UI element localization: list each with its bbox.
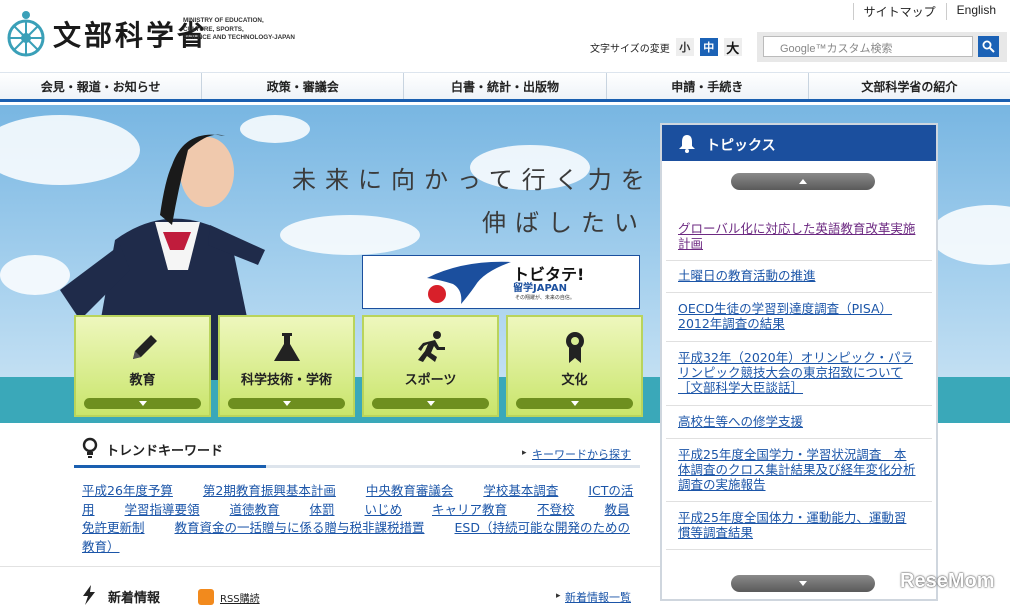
keyword-link[interactable]: 道徳教育	[230, 502, 280, 517]
keyword-link[interactable]: 平成26年度予算	[82, 483, 173, 498]
cloud-decoration	[280, 215, 420, 255]
search-input[interactable]: Google™カスタム検索	[763, 36, 973, 57]
topics-title: トピックス	[706, 138, 776, 154]
keyword-link[interactable]: キャリア教育	[432, 502, 507, 517]
award-icon	[565, 332, 584, 363]
flask-icon	[273, 333, 300, 361]
lightning-icon	[83, 585, 95, 605]
english-link[interactable]: English	[945, 3, 1006, 20]
keyword-link[interactable]: 体罰	[310, 502, 335, 517]
news-title: 新着情報	[108, 591, 161, 606]
news-section: 新着情報 RSS購読 ▸ 新着情報一覧	[0, 566, 660, 607]
divider	[666, 549, 932, 550]
nav-press[interactable]: 会見・報道・お知らせ	[0, 73, 203, 99]
hero-slogan-line2: 伸ばしたい	[482, 209, 647, 237]
font-size-control: 文字サイズの変更 小 中 大	[590, 38, 742, 57]
keyword-list: 平成26年度予算 第2期教育振興基本計画 中央教育審議会 学校基本調査 ICTの…	[82, 482, 638, 556]
keyword-link[interactable]: 学習指導要領	[125, 502, 200, 517]
topics-panel: トピックス グローバル化に対応した英語教育改革実施計画 土曜日の教育活動の推進 …	[660, 123, 938, 601]
pencil-icon	[132, 335, 157, 359]
category-education-button[interactable]: 教育	[74, 315, 211, 417]
expand-bar[interactable]	[516, 398, 633, 409]
keyword-link[interactable]: いじめ	[365, 502, 403, 517]
category-label: 科学技術・学術	[240, 373, 332, 388]
chevron-down-icon	[138, 401, 147, 406]
cloud-decoration	[930, 205, 1010, 265]
chevron-right-icon: ▸	[556, 591, 561, 601]
font-size-medium-button[interactable]: 中	[699, 38, 718, 56]
topic-link[interactable]: 土曜日の教育活動の推進	[678, 268, 918, 283]
keyword-search-link[interactable]: キーワードから探す	[532, 446, 631, 462]
site-header: 文部科学省 MINISTRY OF EDUCATION, CULTURE, SP…	[0, 0, 1010, 72]
keyword-link[interactable]: 不登校	[537, 502, 575, 517]
ministry-logo-icon[interactable]	[6, 6, 46, 58]
lightbulb-icon	[82, 437, 98, 458]
search-icon	[982, 40, 995, 53]
topic-link[interactable]: 高校生等への修学支援	[678, 414, 918, 429]
sitemap-link[interactable]: サイトマップ	[852, 3, 946, 20]
nav-applications[interactable]: 申請・手続き	[607, 73, 809, 99]
trend-keywords-title: トレンドキーワード	[106, 444, 224, 459]
trend-underline	[74, 465, 640, 468]
rss-link[interactable]: RSS購読	[198, 589, 260, 605]
scroll-down-button[interactable]	[731, 575, 875, 592]
chevron-down-icon	[426, 401, 435, 406]
bell-icon	[679, 135, 695, 153]
topic-link[interactable]: 平成32年（2020年）オリンピック・パラリンピック競技大会の東京招致について［…	[678, 350, 918, 395]
global-nav: 会見・報道・お知らせ 政策・審議会 白書・統計・出版物 申請・手続き 文部科学省…	[0, 72, 1010, 102]
divider	[666, 501, 932, 502]
search-button[interactable]	[978, 36, 999, 57]
topic-link[interactable]: OECD生徒の学習到達度調査（PISA）2012年調査の結果	[678, 301, 918, 331]
scroll-up-button[interactable]	[731, 173, 875, 190]
trend-keywords-section: トレンドキーワード ▸ キーワードから探す 平成26年度予算 第2期教育振興基本…	[0, 423, 660, 566]
site-title-english: MINISTRY OF EDUCATION, CULTURE, SPORTS, …	[183, 17, 295, 41]
keyword-link[interactable]: 学校基本調査	[483, 483, 558, 498]
chevron-down-icon	[799, 581, 807, 586]
font-size-large-button[interactable]: 大	[723, 38, 742, 57]
topics-header: トピックス	[662, 125, 936, 161]
keyword-link[interactable]: 第2期教育振興基本計画	[203, 483, 336, 498]
chevron-down-icon	[282, 401, 291, 406]
expand-bar[interactable]	[84, 398, 201, 409]
tobitate-banner[interactable]: トビタテ! 留学JAPAN その翔躍が、未来の自信。	[362, 255, 640, 309]
nav-publications[interactable]: 白書・統計・出版物	[404, 73, 607, 99]
nav-policy[interactable]: 政策・審議会	[202, 73, 405, 99]
top-links: サイトマップ English	[852, 3, 1006, 20]
divider	[666, 438, 932, 439]
chevron-down-icon	[570, 401, 579, 406]
category-label: 教育	[129, 373, 156, 388]
tobitate-subtitle: 留学JAPAN	[513, 283, 567, 294]
category-science-button[interactable]: 科学技術・学術	[218, 315, 355, 417]
divider	[666, 260, 932, 261]
tobitate-logo-icon	[427, 261, 511, 304]
chevron-right-icon: ▸	[522, 448, 527, 458]
category-label: 文化	[561, 373, 588, 388]
category-sports-button[interactable]: スポーツ	[362, 315, 499, 417]
chevron-up-icon	[799, 179, 807, 184]
category-label: スポーツ	[404, 373, 457, 388]
search-box: Google™カスタム検索	[757, 32, 1007, 62]
topic-link[interactable]: グローバル化に対応した英語教育改革実施計画	[678, 221, 918, 251]
hero-slogan-line1: 未来に向かって行く力を	[292, 166, 654, 194]
divider	[666, 405, 932, 406]
resemom-watermark: ReseMom	[900, 570, 995, 592]
divider	[666, 292, 932, 293]
news-list-link[interactable]: 新着情報一覧	[565, 589, 631, 605]
rss-label: RSS購読	[220, 593, 260, 605]
tobitate-tagline: その翔躍が、未来の自信。	[515, 295, 575, 301]
font-size-label: 文字サイズの変更	[590, 43, 670, 55]
topic-link[interactable]: 平成25年度全国学力・学習状況調査 本体調査のクロス集計結果及び経年変化分析調査…	[678, 447, 918, 492]
category-culture-button[interactable]: 文化	[506, 315, 643, 417]
rss-icon	[198, 589, 214, 605]
topic-link[interactable]: 平成25年度全国体力・運動能力、運動習慣等調査結果	[678, 510, 918, 540]
divider	[666, 341, 932, 342]
font-size-small-button[interactable]: 小	[675, 38, 694, 56]
expand-bar[interactable]	[228, 398, 345, 409]
keyword-link[interactable]: 中央教育審議会	[366, 483, 454, 498]
expand-bar[interactable]	[372, 398, 489, 409]
keyword-link[interactable]: 教育資金の一括贈与に係る贈与税非課税措置	[175, 520, 425, 535]
runner-icon	[417, 331, 445, 362]
nav-about[interactable]: 文部科学省の紹介	[809, 73, 1010, 99]
